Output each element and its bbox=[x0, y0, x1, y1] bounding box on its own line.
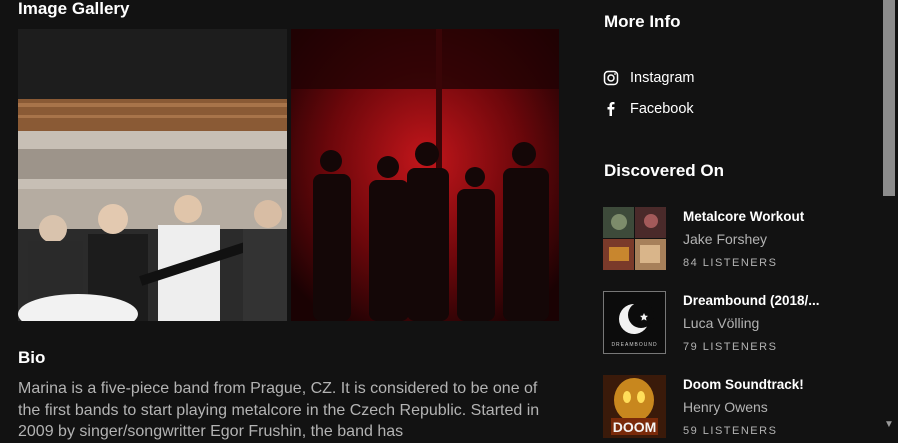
doom-cover-text: DOOM bbox=[613, 419, 657, 435]
gallery-photo-band[interactable] bbox=[291, 29, 559, 321]
playlist-listeners: 84 LISTENERS bbox=[683, 257, 778, 269]
playlist-title: Doom Soundtrack! bbox=[683, 377, 804, 392]
facebook-icon bbox=[602, 100, 620, 118]
playlist-listeners: 79 LISTENERS bbox=[683, 341, 778, 353]
facebook-label: Facebook bbox=[630, 101, 694, 117]
playlist-title: Metalcore Workout bbox=[683, 209, 805, 224]
bio-heading: Bio bbox=[18, 348, 46, 367]
scrollbar-thumb[interactable] bbox=[883, 0, 895, 196]
more-info-heading: More Info bbox=[604, 12, 681, 31]
instagram-link[interactable]: Instagram bbox=[602, 69, 694, 87]
instagram-icon bbox=[602, 69, 620, 87]
playlist-owner: Jake Forshey bbox=[683, 231, 768, 247]
scrollbar[interactable]: ▼ bbox=[880, 0, 898, 432]
playlist-cover bbox=[603, 207, 666, 270]
scroll-down-arrow-icon[interactable]: ▼ bbox=[884, 420, 894, 430]
playlist-cover: DREAMBOUND bbox=[603, 291, 666, 354]
playlist-item-dreambound[interactable]: DREAMBOUND Dreambound (2018/... Luca Völ… bbox=[603, 291, 873, 355]
playlist-owner: Henry Owens bbox=[683, 399, 768, 415]
playlist-cover: DOOM bbox=[603, 375, 666, 438]
playlist-owner: Luca Völling bbox=[683, 315, 760, 331]
dreambound-cover-text: DREAMBOUND bbox=[611, 342, 657, 348]
playlist-title: Dreambound (2018/... bbox=[683, 293, 820, 308]
bio-text: Marina is a five-piece band from Prague,… bbox=[18, 380, 540, 440]
image-gallery-heading: Image Gallery bbox=[18, 0, 130, 18]
playlist-listeners: 59 LISTENERS bbox=[683, 425, 778, 437]
gallery-photo-concert[interactable] bbox=[18, 29, 287, 321]
instagram-label: Instagram bbox=[630, 70, 695, 86]
playlist-item-doom-soundtrack[interactable]: DOOM Doom Soundtrack! Henry Owens 59 LIS… bbox=[603, 375, 873, 439]
playlist-item-metalcore-workout[interactable]: Metalcore Workout Jake Forshey 84 LISTEN… bbox=[603, 207, 873, 271]
discovered-on-heading: Discovered On bbox=[604, 161, 724, 180]
facebook-link[interactable]: Facebook bbox=[602, 100, 694, 118]
